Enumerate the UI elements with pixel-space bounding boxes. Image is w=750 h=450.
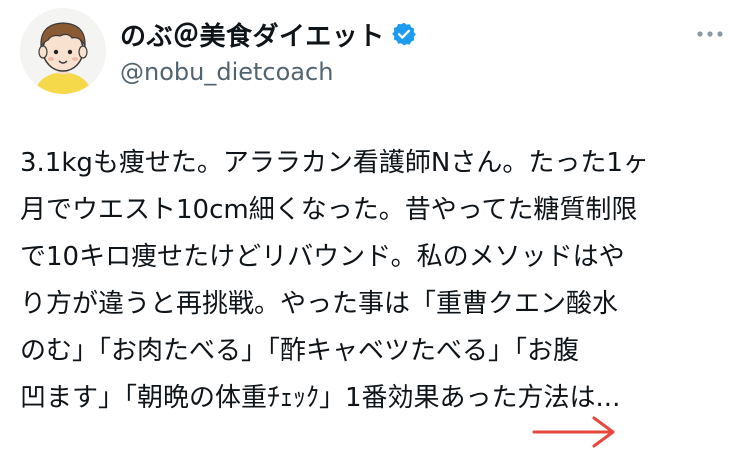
author-names: のぶ＠美食ダイエット @nobu_dietcoach xyxy=(120,16,417,86)
more-horizontal-icon[interactable] xyxy=(694,22,726,46)
display-name-row: のぶ＠美食ダイエット xyxy=(120,16,417,52)
avatar[interactable] xyxy=(20,8,106,94)
tweet-text-line: 3.1kgも痩せた。アララカン看護師Nさん。たった1ヶ xyxy=(20,148,649,178)
author-handle[interactable]: @nobu_dietcoach xyxy=(120,58,417,86)
tweet-text: 3.1kgも痩せた。アララカン看護師Nさん。たった1ヶ 月でウエスト10cm細く… xyxy=(20,140,720,422)
right-arrow-icon xyxy=(532,412,618,448)
tweet-text-line: 月でウエスト10cm細くなった。昔やってた糖質制限 xyxy=(20,195,638,225)
verified-badge-icon xyxy=(391,21,417,47)
tweet-text-line: り方が違うと再挑戦。やった事は「重曹クエン酸水 xyxy=(20,289,619,319)
tweet-header: のぶ＠美食ダイエット @nobu_dietcoach xyxy=(20,8,730,98)
avatar-illustration-icon xyxy=(20,8,106,94)
display-name[interactable]: のぶ＠美食ダイエット xyxy=(120,16,385,53)
tweet-card: のぶ＠美食ダイエット @nobu_dietcoach 3.1kgも痩せた。アララ… xyxy=(0,0,750,450)
tweet-text-line: のむ」「お肉たべる」「酢キャベツたべる」「お腹 xyxy=(20,336,580,366)
tweet-text-line: で10キロ痩せたけどリバウンド。私のメソッドはや xyxy=(20,242,625,272)
